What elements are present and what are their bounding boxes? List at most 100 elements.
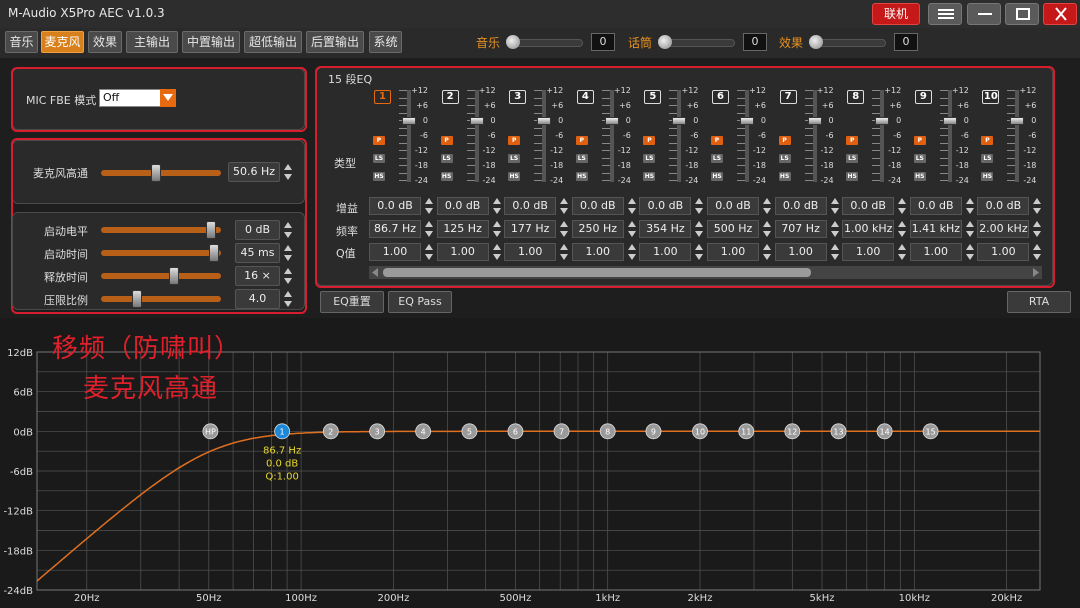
eq-type-button-ls-6[interactable]: LS — [778, 154, 791, 163]
eq-q-value-9[interactable]: 1.00 — [977, 243, 1030, 261]
eq-type-button-p-4[interactable]: P — [643, 136, 656, 145]
eq-type-button-hs-0[interactable]: HS — [373, 172, 385, 181]
eq-gain-spin-icon-2[interactable] — [559, 197, 569, 215]
eq-type-button-ls-1[interactable]: LS — [440, 154, 453, 163]
eq-freq-spin-icon-7[interactable] — [897, 220, 907, 238]
tab-0[interactable]: 音乐 — [5, 31, 38, 53]
fbe-dropdown-button[interactable] — [160, 89, 176, 107]
compressor-value-0[interactable]: 0 dB — [235, 220, 280, 240]
compressor-spin-icon-3[interactable] — [283, 290, 293, 308]
eq-freq-value-5[interactable]: 500 Hz — [707, 220, 759, 238]
eq-type-button-p-6[interactable]: P — [778, 136, 791, 145]
eq-gain-value-0[interactable]: 0.0 dB — [369, 197, 421, 215]
eq-gain-value-5[interactable]: 0.0 dB — [707, 197, 759, 215]
eq-q-spin-icon-4[interactable] — [694, 243, 704, 261]
eq-type-button-hs-2[interactable]: HS — [508, 172, 521, 181]
eq-type-button-hs-1[interactable]: HS — [440, 172, 453, 181]
eq-q-spin-icon-1[interactable] — [492, 243, 502, 261]
eq-q-spin-icon-3[interactable] — [627, 243, 637, 261]
mixer-knob-2[interactable] — [809, 35, 823, 49]
tab-2[interactable]: 效果 — [88, 31, 122, 53]
eq-band-number-8[interactable]: 9 — [914, 90, 932, 104]
scroll-left-icon[interactable] — [371, 268, 379, 277]
eq-type-button-p-0[interactable]: P — [373, 136, 385, 145]
eq-q-spin-icon-8[interactable] — [965, 243, 975, 261]
compressor-slider-handle-1[interactable] — [208, 244, 219, 262]
eq-gain-value-4[interactable]: 0.0 dB — [639, 197, 692, 215]
eq-band-number-0[interactable]: 1 — [374, 90, 391, 104]
compressor-slider-handle-2[interactable] — [169, 267, 180, 285]
eq-horizontal-scrollbar[interactable] — [369, 266, 1042, 279]
eq-freq-spin-icon-5[interactable] — [762, 220, 772, 238]
eq-type-button-ls-7[interactable]: LS — [846, 154, 859, 163]
eq-freq-spin-icon-2[interactable] — [559, 220, 569, 238]
eq-type-button-ls-4[interactable]: LS — [643, 154, 656, 163]
highpass-spin-icon[interactable] — [283, 163, 293, 181]
eq-freq-value-3[interactable]: 250 Hz — [571, 220, 624, 238]
eq-type-button-p-7[interactable]: P — [846, 136, 859, 145]
eq-pass-button[interactable]: EQ Pass — [388, 291, 452, 313]
eq-q-spin-icon-0[interactable] — [424, 243, 434, 261]
eq-gain-value-9[interactable]: 0.0 dB — [977, 197, 1030, 215]
mixer-value-1[interactable]: 0 — [743, 33, 767, 51]
eq-gain-spin-icon-7[interactable] — [897, 197, 907, 215]
eq-freq-spin-icon-9[interactable] — [1032, 220, 1042, 238]
minimize-button[interactable] — [967, 3, 1001, 25]
compressor-slider-3[interactable] — [101, 296, 221, 302]
mixer-value-0[interactable]: 0 — [591, 33, 615, 51]
eq-gain-spin-icon-4[interactable] — [694, 197, 704, 215]
tab-7[interactable]: 系统 — [369, 31, 402, 53]
highpass-slider[interactable] — [101, 170, 221, 176]
compressor-value-1[interactable]: 45 ms — [235, 243, 280, 263]
eq-type-button-ls-9[interactable]: LS — [981, 154, 994, 163]
eq-freq-value-2[interactable]: 177 Hz — [504, 220, 557, 238]
rta-button[interactable]: RTA — [1007, 291, 1071, 313]
compressor-slider-0[interactable] — [101, 227, 221, 233]
eq-q-value-6[interactable]: 1.00 — [774, 243, 827, 261]
eq-type-button-ls-0[interactable]: LS — [373, 154, 385, 163]
eq-q-spin-icon-6[interactable] — [830, 243, 840, 261]
scroll-right-icon[interactable] — [1032, 268, 1040, 277]
eq-gain-value-2[interactable]: 0.0 dB — [504, 197, 557, 215]
eq-freq-spin-icon-1[interactable] — [492, 220, 502, 238]
compressor-spin-icon-1[interactable] — [283, 244, 293, 262]
eq-freq-value-4[interactable]: 354 Hz — [639, 220, 692, 238]
eq-type-button-hs-3[interactable]: HS — [575, 172, 588, 181]
eq-freq-value-7[interactable]: 1.00 kHz — [842, 220, 895, 238]
eq-freq-value-1[interactable]: 125 Hz — [436, 220, 489, 238]
compressor-spin-icon-0[interactable] — [283, 221, 293, 239]
eq-q-value-7[interactable]: 1.00 — [842, 243, 895, 261]
eq-type-button-ls-2[interactable]: LS — [508, 154, 521, 163]
eq-band-number-4[interactable]: 5 — [644, 90, 662, 104]
eq-type-button-hs-5[interactable]: HS — [711, 172, 723, 181]
eq-freq-value-8[interactable]: 1.41 kHz — [909, 220, 962, 238]
eq-q-spin-icon-7[interactable] — [897, 243, 907, 261]
eq-q-spin-icon-9[interactable] — [1032, 243, 1042, 261]
eq-band-number-2[interactable]: 3 — [509, 90, 527, 104]
tab-5[interactable]: 超低输出 — [244, 31, 302, 53]
compressor-slider-2[interactable] — [101, 273, 221, 279]
compressor-slider-handle-0[interactable] — [205, 221, 216, 239]
eq-q-value-1[interactable]: 1.00 — [436, 243, 489, 261]
eq-band-number-9[interactable]: 10 — [982, 90, 1000, 104]
eq-freq-value-9[interactable]: 2.00 kHz — [977, 220, 1030, 238]
eq-gain-value-6[interactable]: 0.0 dB — [774, 197, 827, 215]
eq-type-button-p-8[interactable]: P — [913, 136, 926, 145]
eq-reset-button[interactable]: EQ重置 — [320, 291, 384, 313]
eq-type-button-ls-5[interactable]: LS — [711, 154, 723, 163]
eq-type-button-hs-8[interactable]: HS — [913, 172, 926, 181]
close-button[interactable] — [1043, 3, 1077, 25]
compressor-spin-icon-2[interactable] — [283, 267, 293, 285]
eq-type-button-p-9[interactable]: P — [981, 136, 994, 145]
eq-type-button-p-2[interactable]: P — [508, 136, 521, 145]
eq-q-value-3[interactable]: 1.00 — [571, 243, 624, 261]
eq-band-number-3[interactable]: 4 — [576, 90, 594, 104]
eq-freq-value-6[interactable]: 707 Hz — [774, 220, 827, 238]
mixer-knob-0[interactable] — [506, 35, 520, 49]
eq-type-button-p-5[interactable]: P — [711, 136, 723, 145]
eq-gain-value-7[interactable]: 0.0 dB — [842, 197, 895, 215]
eq-freq-spin-icon-6[interactable] — [830, 220, 840, 238]
compressor-value-2[interactable]: 16 × — [235, 266, 280, 286]
eq-gain-spin-icon-1[interactable] — [492, 197, 502, 215]
eq-type-button-ls-3[interactable]: LS — [575, 154, 588, 163]
